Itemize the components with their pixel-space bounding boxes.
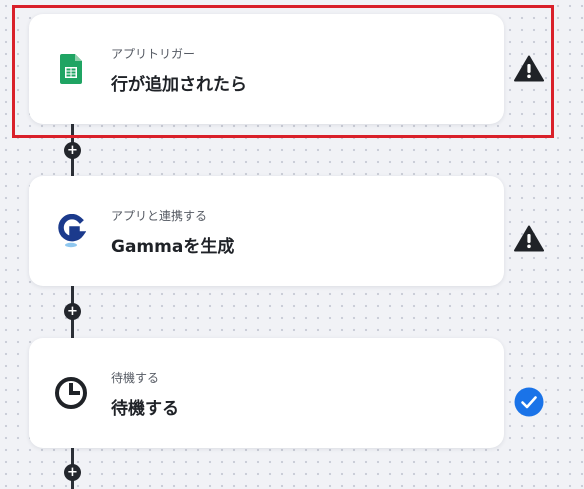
step-title: 待機する (111, 399, 179, 419)
warning-icon (513, 52, 545, 84)
check-circle-icon (513, 386, 545, 418)
step-type-label: 待機する (111, 371, 160, 385)
step-type-label: アプリと連携する (111, 209, 208, 223)
step-type-label: アプリトリガー (111, 47, 196, 61)
plus-icon: + (67, 304, 78, 319)
add-step-button[interactable]: + (64, 142, 81, 159)
add-step-button[interactable]: + (64, 464, 81, 481)
add-step-button[interactable]: + (64, 303, 81, 320)
step-card-trigger[interactable]: アプリトリガー 行が追加されたら (29, 14, 504, 124)
plus-icon: + (67, 143, 78, 158)
step-card-wait[interactable]: 待機する 待機する (29, 338, 504, 448)
step-card-gamma[interactable]: アプリと連携する Gammaを生成 (29, 176, 504, 286)
step-title: Gammaを生成 (111, 237, 235, 257)
step-title: 行が追加されたら (111, 75, 247, 95)
google-sheets-icon (53, 51, 89, 87)
warning-icon (513, 222, 545, 254)
gamma-icon (53, 213, 89, 249)
workflow-canvas: + + + アプリトリガー 行が追加されたら アプリと連携する Gammaを生成… (0, 0, 584, 489)
clock-icon (53, 375, 89, 411)
plus-icon: + (67, 465, 78, 480)
